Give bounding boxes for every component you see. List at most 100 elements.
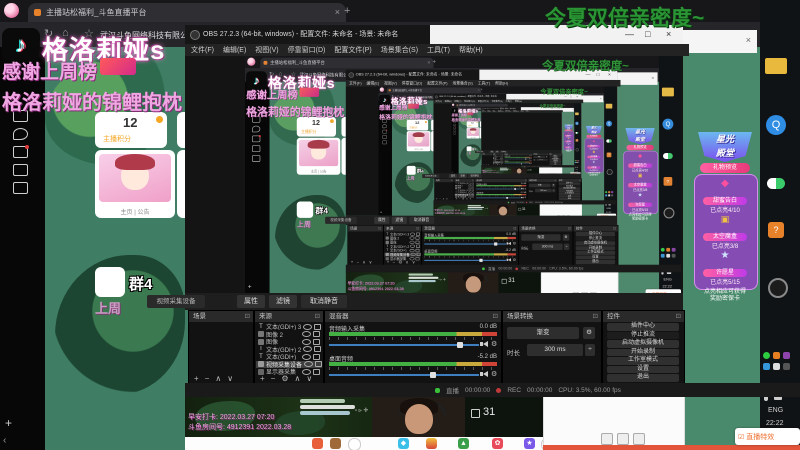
source-up-icon[interactable]: ∧ — [295, 374, 301, 383]
tray-icon-gray[interactable] — [671, 253, 676, 258]
shop-bag-icon[interactable] — [453, 126, 456, 129]
volume-slider[interactable] — [476, 197, 521, 199]
channel-gear-icon[interactable]: ⚙ — [524, 196, 526, 199]
collapse-arrow-icon[interactable]: ‹ — [3, 435, 6, 446]
points-card[interactable]: 12 主播积分 — [95, 112, 167, 148]
source-row[interactable]: T文本(GDI+) — [256, 353, 322, 360]
controls-dock-header[interactable]: 控件 ⊡ — [573, 225, 618, 232]
shell-badge-icon[interactable] — [312, 438, 323, 449]
obs-app-icon[interactable] — [768, 278, 788, 298]
transitions-dock-header[interactable]: 场景转换 ⊡ — [527, 178, 558, 183]
properties-button[interactable]: 属性 — [237, 295, 265, 308]
tray-icon-green[interactable] — [660, 247, 665, 252]
tray-icon-purple[interactable] — [671, 247, 676, 252]
visibility-eye-icon[interactable] — [409, 248, 415, 252]
gift-preview-pill[interactable]: 礼物预览 — [700, 163, 750, 173]
pin-icon[interactable]: ⊡ — [568, 225, 571, 231]
obs-app-icon[interactable] — [575, 148, 579, 152]
pin-icon[interactable]: ⊡ — [416, 225, 419, 231]
pin-icon[interactable]: ⊡ — [593, 311, 598, 322]
source-row-selected[interactable]: 视频采集设备 — [256, 360, 322, 368]
gift-preview-pill[interactable]: 礼物预览 — [586, 134, 602, 138]
streamer-avatar-card[interactable]: 主页 | 公告 — [406, 131, 431, 152]
exit-button[interactable]: 退出 — [607, 374, 679, 382]
plus-icon[interactable]: + — [248, 283, 252, 291]
scenes-dock-header[interactable]: 场景 ⊡ — [434, 178, 454, 183]
starlight-item-1[interactable]: ◆ 甜蜜告白 已点亮4/10 — [623, 153, 657, 173]
duration-spin-arrows[interactable]: ÷ — [585, 344, 595, 356]
lock-icon[interactable] — [415, 240, 420, 244]
scene-down-icon[interactable]: ∨ — [227, 374, 233, 383]
tray-icon-orange[interactable] — [773, 352, 780, 359]
starlight-item-3[interactable]: ★ 许愿星 已点亮5/15 — [694, 250, 756, 287]
shop-bag-icon[interactable] — [382, 129, 388, 134]
source-row[interactable]: 图像 2 — [256, 331, 322, 338]
popup-close-icon[interactable]: × — [572, 109, 573, 111]
duration-spinbox[interactable]: 300 ms — [532, 243, 563, 251]
gift-preview-pill[interactable]: 礼物预览 — [564, 129, 573, 132]
notebook-icon[interactable] — [13, 182, 28, 194]
transition-select[interactable]: 渐变 — [529, 183, 551, 188]
channel-gear-icon[interactable]: ⚙ — [513, 241, 516, 246]
browser-app-icon[interactable]: Q — [766, 115, 786, 135]
lock-icon[interactable] — [313, 331, 320, 337]
mixer-dock-header[interactable]: 混音器 ⊡ — [325, 311, 501, 322]
browser-app-icon[interactable]: Q — [575, 121, 579, 126]
menu-help[interactable]: 帮助(H) — [459, 45, 483, 55]
new-tab-button[interactable]: + — [507, 104, 508, 106]
transition-gear-button[interactable]: ⚙ — [545, 156, 548, 159]
source-row[interactable]: 图像 — [256, 338, 322, 345]
tab-notice-label[interactable]: 公告 — [320, 170, 327, 173]
transition-gear-button[interactable]: ⚙ — [583, 327, 595, 339]
panel-button-1[interactable] — [557, 215, 561, 216]
tray-icon-blue[interactable] — [605, 194, 608, 197]
mixer-dock-header[interactable]: 混音器 ⊡ — [475, 178, 528, 183]
filters-button[interactable]: 滤镜 — [494, 150, 500, 154]
add-scene-icon[interactable]: + — [194, 374, 199, 383]
volume-slider-handle[interactable] — [430, 372, 436, 378]
checkbox-icon[interactable]: ☑ — [738, 433, 744, 441]
speaker-icon[interactable] — [483, 341, 488, 347]
obs-app-icon[interactable] — [606, 169, 613, 176]
starlight-item-2[interactable]: ▣ 太空魔盒 已点亮3/8 — [623, 173, 657, 193]
transition-select[interactable]: 渐变 — [533, 156, 546, 159]
visibility-eye-icon[interactable] — [302, 353, 311, 360]
pin-icon[interactable]: ⊡ — [245, 311, 250, 322]
properties-button[interactable]: 属性 — [374, 216, 390, 224]
menu-docks[interactable]: 停靠窗口(D) — [288, 45, 326, 55]
menu-tools[interactable]: 工具(T) — [427, 45, 450, 55]
unmute-button[interactable]: 取消静音 — [409, 216, 435, 224]
tab-home-label[interactable]: 主页 — [471, 137, 473, 138]
notebook-icon[interactable] — [252, 155, 261, 162]
help-app-icon[interactable]: ? — [768, 222, 784, 238]
tray-icon-orange[interactable] — [608, 191, 611, 194]
channel-gear-icon[interactable]: ⚙ — [491, 370, 497, 378]
volume-slider-handle[interactable] — [457, 342, 463, 348]
visibility-eye-icon[interactable] — [303, 323, 313, 330]
points-card[interactable]: 12 主播积分 — [296, 117, 337, 137]
panel-button-2[interactable] — [617, 433, 629, 445]
menu-view[interactable]: 视图(V) — [255, 45, 278, 55]
remove-scene-icon[interactable]: − — [205, 374, 210, 383]
unmute-button[interactable]: 取消静音 — [500, 150, 508, 154]
popup-close-icon[interactable]: × — [746, 35, 751, 45]
channel-gear-icon[interactable]: ⚙ — [491, 340, 497, 348]
menu-tools[interactable]: 工具(T) — [478, 81, 491, 86]
duration-spin-arrows[interactable]: ÷ — [563, 243, 570, 251]
menu-view[interactable]: 视图(V) — [384, 81, 397, 86]
tray-icon-green[interactable] — [763, 352, 770, 359]
panel-button-3[interactable] — [566, 215, 571, 216]
volume-slider-handle[interactable] — [494, 242, 498, 246]
new-tab-button[interactable]: + — [481, 88, 483, 92]
tray-icon-purple[interactable] — [783, 352, 790, 359]
plugin-center-button[interactable]: 插件中心 — [607, 323, 679, 331]
unmute-button[interactable]: 取消静音 — [301, 295, 347, 308]
start-recording-button[interactable]: 开始录制 — [607, 348, 679, 356]
streamer-avatar-card[interactable]: 主页 | 公告 — [95, 150, 175, 218]
flower-badge-icon[interactable]: ✿ — [492, 438, 503, 449]
starlight-item-1[interactable]: ◆ 甜蜜告白 已点亮4/10 — [694, 178, 756, 215]
panel-button-3[interactable] — [633, 433, 645, 445]
visibility-eye-icon[interactable] — [410, 232, 416, 236]
transition-select[interactable]: 渐变 — [507, 327, 579, 339]
speaker-icon[interactable] — [521, 196, 524, 199]
